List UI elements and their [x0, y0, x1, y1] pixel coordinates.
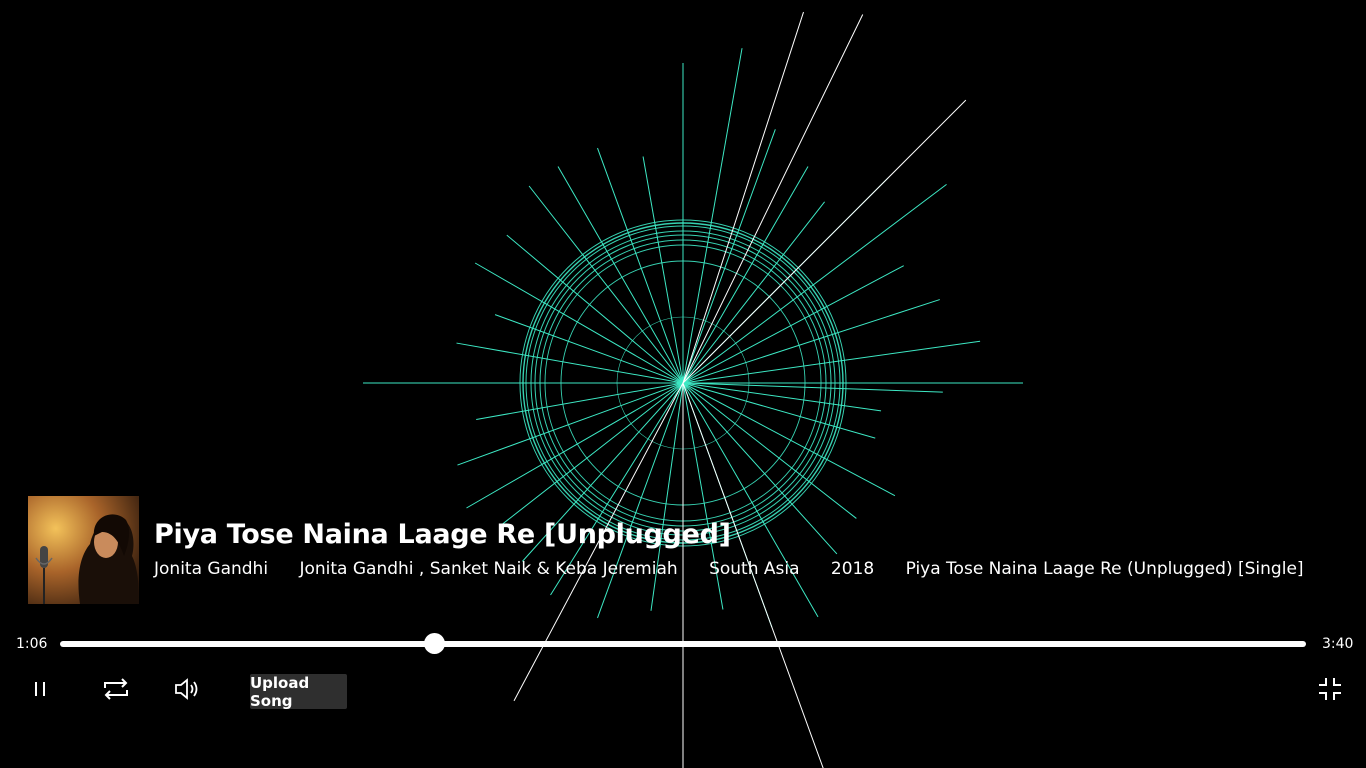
visualizer-ray [682, 340, 981, 384]
visualizer-ray [682, 382, 943, 393]
pause-icon [35, 682, 45, 696]
visualizer-ray [682, 382, 876, 439]
audio-visualizer [363, 11, 1023, 768]
visualizer-peak-ray [682, 14, 864, 384]
volume-icon [175, 678, 198, 700]
visualizer-ray [682, 299, 940, 384]
meta-year: 2018 [830, 559, 875, 579]
visualizer-ray [457, 382, 684, 466]
progress-handle[interactable] [423, 633, 445, 654]
visualizer-ray [682, 129, 776, 384]
song-meta: Jonita Gandhi Jonita Gandhi , Sanket Nai… [154, 559, 1330, 579]
visualizer-peak-ray [682, 11, 804, 384]
progress-bar[interactable] [60, 641, 1306, 647]
visualizer-ray [501, 382, 684, 525]
volume-button[interactable] [172, 674, 204, 704]
visualizer-ray [528, 185, 684, 384]
repeat-button[interactable] [100, 674, 132, 704]
album-art [28, 496, 139, 604]
current-time: 1:06 [16, 636, 48, 652]
song-title: Piya Tose Naina Laage Re [Unplugged] [154, 519, 731, 550]
meta-performers: Jonita Gandhi , Sanket Naik & Keba Jerem… [299, 559, 678, 579]
visualizer-ray [682, 265, 904, 384]
meta-artist: Jonita Gandhi [154, 559, 269, 579]
meta-region: South Asia [709, 559, 800, 579]
exit-fullscreen-button[interactable] [1316, 674, 1344, 704]
pause-button[interactable] [26, 674, 54, 704]
total-time: 3:40 [1322, 636, 1354, 652]
exit-fullscreen-icon [1319, 678, 1341, 700]
meta-album: Piya Tose Naina Laage Re (Unplugged) [Si… [905, 559, 1304, 579]
upload-song-button[interactable]: Upload Song [250, 674, 347, 710]
player-stage: Piya Tose Naina Laage Re [Unplugged] Jon… [0, 0, 1366, 768]
repeat-icon [104, 678, 128, 700]
